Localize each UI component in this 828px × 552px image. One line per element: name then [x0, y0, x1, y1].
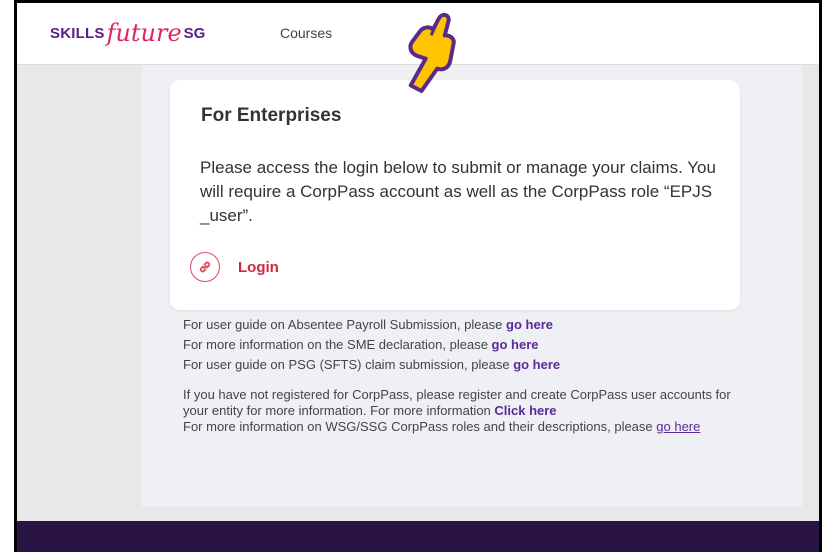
info-line-sme-declaration: For more information on the SME declarat… [183, 335, 743, 355]
card-title: For Enterprises [201, 105, 342, 126]
link-icon [190, 252, 220, 282]
nav-courses-link[interactable]: Courses [280, 25, 332, 41]
corppass-roles-link[interactable]: go here [656, 419, 700, 434]
info-line-absentee-payroll: For user guide on Absentee Payroll Submi… [183, 315, 743, 335]
info-text: For user guide on Absentee Payroll Submi… [183, 317, 507, 332]
skillsfuture-sg-logo[interactable]: SKILLS future SG [50, 15, 205, 51]
sme-declaration-link[interactable]: go here [492, 337, 539, 352]
logo-sg-text: SG [183, 24, 206, 42]
psg-claim-guide-link[interactable]: go here [513, 357, 560, 372]
info-text: For more information on the SME declarat… [183, 337, 492, 352]
logo-future-text: future [106, 19, 182, 47]
info-line-psg-claim: For user guide on PSG (SFTS) claim submi… [183, 355, 743, 375]
card-description: Please access the login below to submit … [200, 158, 716, 225]
info-text: For more information on WSG/SSG CorpPass… [183, 419, 657, 434]
corppass-click-here-link[interactable]: Click here [494, 403, 556, 418]
logo-skills-text: SKILLS [50, 24, 105, 42]
info-text: If you have not registered for CorpPass,… [183, 387, 731, 418]
login-label: Login [238, 258, 279, 276]
login-button[interactable]: Login [190, 252, 279, 282]
site-footer [17, 521, 819, 552]
info-text: For user guide on PSG (SFTS) claim submi… [183, 357, 514, 372]
corppass-registration-info: If you have not registered for CorpPass,… [183, 387, 743, 435]
for-enterprises-card: For Enterprises Please access the login … [170, 80, 740, 310]
pointing-hand-icon [408, 12, 456, 93]
absentee-payroll-guide-link[interactable]: go here [506, 317, 553, 332]
info-links-section: For user guide on Absentee Payroll Submi… [183, 315, 743, 435]
